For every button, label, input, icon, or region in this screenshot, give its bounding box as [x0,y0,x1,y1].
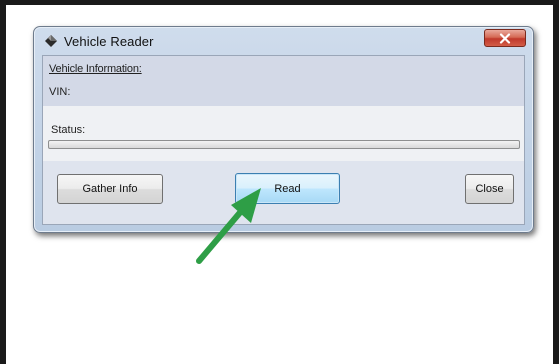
window-close-button[interactable] [484,29,526,47]
title-bar[interactable]: Vehicle Reader [34,27,533,54]
page-frame: Vehicle Reader Vehicle Information: VIN:… [0,0,559,364]
vehicle-info-panel: Vehicle Information: VIN: [43,56,524,106]
green-pointer-arrow-icon [196,188,261,264]
button-panel: Gather Info Read Close [43,161,524,224]
close-icon [499,33,511,44]
vehicle-reader-window: Vehicle Reader Vehicle Information: VIN:… [33,26,534,233]
client-area: Vehicle Information: VIN: Status: Gather… [42,55,525,225]
window-title: Vehicle Reader [64,34,154,49]
status-label: Status: [51,124,86,136]
app-diamond-icon [44,34,58,48]
status-progress-bar [48,140,520,149]
vehicle-information-label: Vehicle Information: [49,63,142,75]
status-panel: Status: [43,106,524,161]
close-button[interactable]: Close [465,174,514,204]
gather-info-button[interactable]: Gather Info [57,174,163,204]
vin-label: VIN: [49,86,71,98]
